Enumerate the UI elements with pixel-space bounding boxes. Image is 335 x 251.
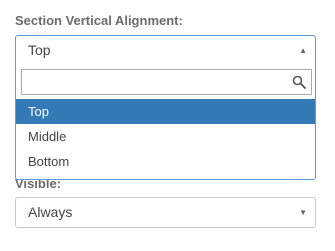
caret-down-icon: ▼	[299, 208, 307, 217]
visible-select[interactable]: Always ▼	[15, 197, 316, 228]
dropdown-option-top[interactable]: Top	[16, 99, 315, 124]
section-vertical-alignment-value: Top	[28, 42, 51, 58]
visible-value: Always	[28, 204, 73, 220]
search-icon	[292, 75, 306, 89]
section-vertical-alignment-select[interactable]: Top ▲	[15, 35, 316, 66]
section-vertical-alignment-label: Section Vertical Alignment:	[15, 13, 183, 28]
dropdown-option-bottom[interactable]: Bottom	[16, 149, 315, 174]
dropdown-option-middle[interactable]: Middle	[16, 124, 315, 149]
dropdown-search-input[interactable]	[21, 69, 312, 95]
section-vertical-alignment-dropdown: Top Middle Bottom	[15, 65, 316, 180]
dropdown-options-list: Top Middle Bottom	[16, 99, 315, 174]
caret-up-icon: ▲	[299, 46, 307, 55]
